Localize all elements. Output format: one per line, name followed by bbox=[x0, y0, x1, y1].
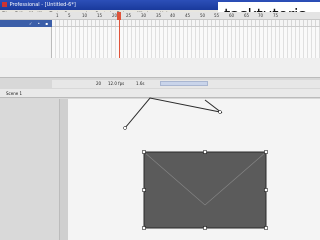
layer-visibility-icons[interactable]: ✓ • ▪ bbox=[29, 21, 50, 26]
frame-number: 35 bbox=[156, 13, 162, 18]
layer-row-selected[interactable]: ✓ • ▪ bbox=[0, 20, 52, 27]
frame-number: 40 bbox=[170, 13, 176, 18]
stage[interactable] bbox=[68, 99, 320, 240]
frame-number: 30 bbox=[141, 13, 147, 18]
app-icon bbox=[2, 2, 7, 7]
tools-panel bbox=[0, 99, 60, 240]
frame-number: 75 bbox=[273, 13, 279, 18]
frame-number: 65 bbox=[244, 13, 250, 18]
frame-rate: 12.0 fps bbox=[108, 81, 125, 86]
layer-frames-row[interactable] bbox=[52, 20, 320, 27]
timeline-ruler[interactable]: 1 5 10 15 20 25 30 35 40 45 50 55 60 65 … bbox=[0, 12, 320, 20]
current-frame: 20 bbox=[96, 81, 102, 86]
scene-label[interactable]: Scene 1 bbox=[6, 89, 22, 98]
frame-number: 25 bbox=[126, 13, 132, 18]
frame-number: 55 bbox=[214, 13, 220, 18]
timeline-scrollbar[interactable] bbox=[160, 81, 208, 86]
playhead-line bbox=[118, 20, 120, 58]
frame-number: 70 bbox=[258, 13, 264, 18]
frame-number: 10 bbox=[82, 13, 88, 18]
frame-number: 5 bbox=[68, 13, 71, 18]
frame-number: 1 bbox=[56, 13, 59, 18]
window-title: Professional - [Untitled-6*] bbox=[9, 2, 76, 8]
edit-bar: Scene 1 bbox=[0, 89, 320, 98]
frame-number: 45 bbox=[185, 13, 191, 18]
playhead-handle[interactable] bbox=[117, 12, 121, 20]
frame-number: 60 bbox=[229, 13, 235, 18]
frame-number: 15 bbox=[97, 13, 103, 18]
frame-number: 50 bbox=[200, 13, 206, 18]
elapsed-time: 1.6s bbox=[136, 81, 145, 86]
